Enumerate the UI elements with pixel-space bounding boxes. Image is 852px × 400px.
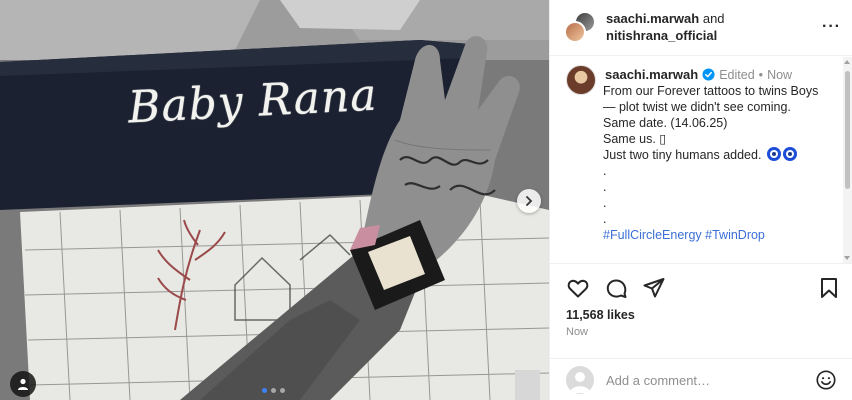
chevron-right-icon (526, 196, 533, 206)
scroll-thumb[interactable] (845, 71, 850, 189)
bookmark-icon[interactable] (817, 276, 841, 300)
caption-line: . (603, 212, 607, 226)
scroll-up-icon[interactable] (844, 60, 850, 64)
caption-section: saachi.marwah Edited • Now From our Fore… (550, 57, 843, 263)
avatar (564, 21, 586, 43)
hashtag-link[interactable]: #FullCircleEnergy (603, 228, 702, 242)
share-icon[interactable] (642, 276, 666, 300)
action-icons (566, 276, 666, 300)
heart-icon[interactable] (566, 276, 590, 300)
post-header: saachi.marwah and nitishrana_official ··… (550, 0, 852, 56)
avatar[interactable] (566, 65, 596, 95)
avatar (566, 366, 594, 394)
carousel-dot (280, 388, 285, 393)
verified-badge-icon (702, 68, 715, 81)
caption-line: Same date. (14.06.25) (603, 116, 728, 130)
hashtag-link[interactable]: #TwinDrop (705, 228, 765, 242)
likes-count[interactable]: 11,568 likes (566, 308, 635, 322)
comment-input[interactable] (606, 370, 796, 390)
connector-text: and (702, 11, 725, 26)
caption-line: . (603, 164, 607, 178)
post-actions: 11,568 likes Now (550, 263, 852, 343)
nazar-emoji-icon (766, 147, 781, 161)
scroll-down-icon[interactable] (844, 256, 850, 260)
post-sidebar: saachi.marwah and nitishrana_official ··… (549, 0, 852, 400)
edited-label: Edited (719, 67, 755, 82)
more-options-button[interactable]: ··· (822, 18, 841, 36)
nazar-emoji-icon (782, 147, 797, 161)
caption-line: Just two tiny humans added. (603, 148, 762, 162)
hashtag-line: #FullCircleEnergy #TwinDrop (603, 227, 835, 243)
comment-bar (550, 358, 852, 400)
user-icon (18, 378, 28, 390)
caption-line: . (603, 180, 607, 194)
emoji-icon[interactable] (815, 369, 837, 391)
post-media[interactable]: Baby Rana (0, 0, 549, 400)
caption-text: From our Forever tattoos to twins Boys —… (603, 83, 835, 243)
caption-line: Same us. ▯ (603, 132, 667, 146)
username-link[interactable]: nitishrana_official (606, 28, 717, 43)
comment-icon[interactable] (604, 276, 628, 300)
caption-header: saachi.marwah Edited • Now (605, 67, 792, 82)
separator: • (758, 67, 764, 82)
caption-line-emoji: Just two tiny humans added. (603, 147, 835, 163)
caption-line: . (603, 196, 607, 210)
caption-line: — plot twist we didn't see coming. (603, 100, 791, 114)
carousel-dot (262, 388, 267, 393)
next-slide-button[interactable] (517, 189, 541, 213)
username-link[interactable]: saachi.marwah (606, 11, 699, 26)
tagged-users-button[interactable] (10, 371, 36, 397)
caption-line: From our Forever tattoos to twins Boys (603, 84, 819, 98)
post-photo (0, 0, 549, 400)
carousel-dot (271, 388, 276, 393)
timestamp: Now (767, 67, 793, 82)
username-link[interactable]: saachi.marwah (605, 67, 698, 82)
collab-avatars[interactable] (564, 11, 596, 43)
carousel-indicator (262, 388, 285, 393)
collab-usernames: saachi.marwah and nitishrana_official (606, 10, 725, 44)
default-avatar-icon (570, 372, 590, 393)
caption-scrollbar[interactable] (843, 57, 852, 263)
post-time: Now (566, 326, 589, 338)
